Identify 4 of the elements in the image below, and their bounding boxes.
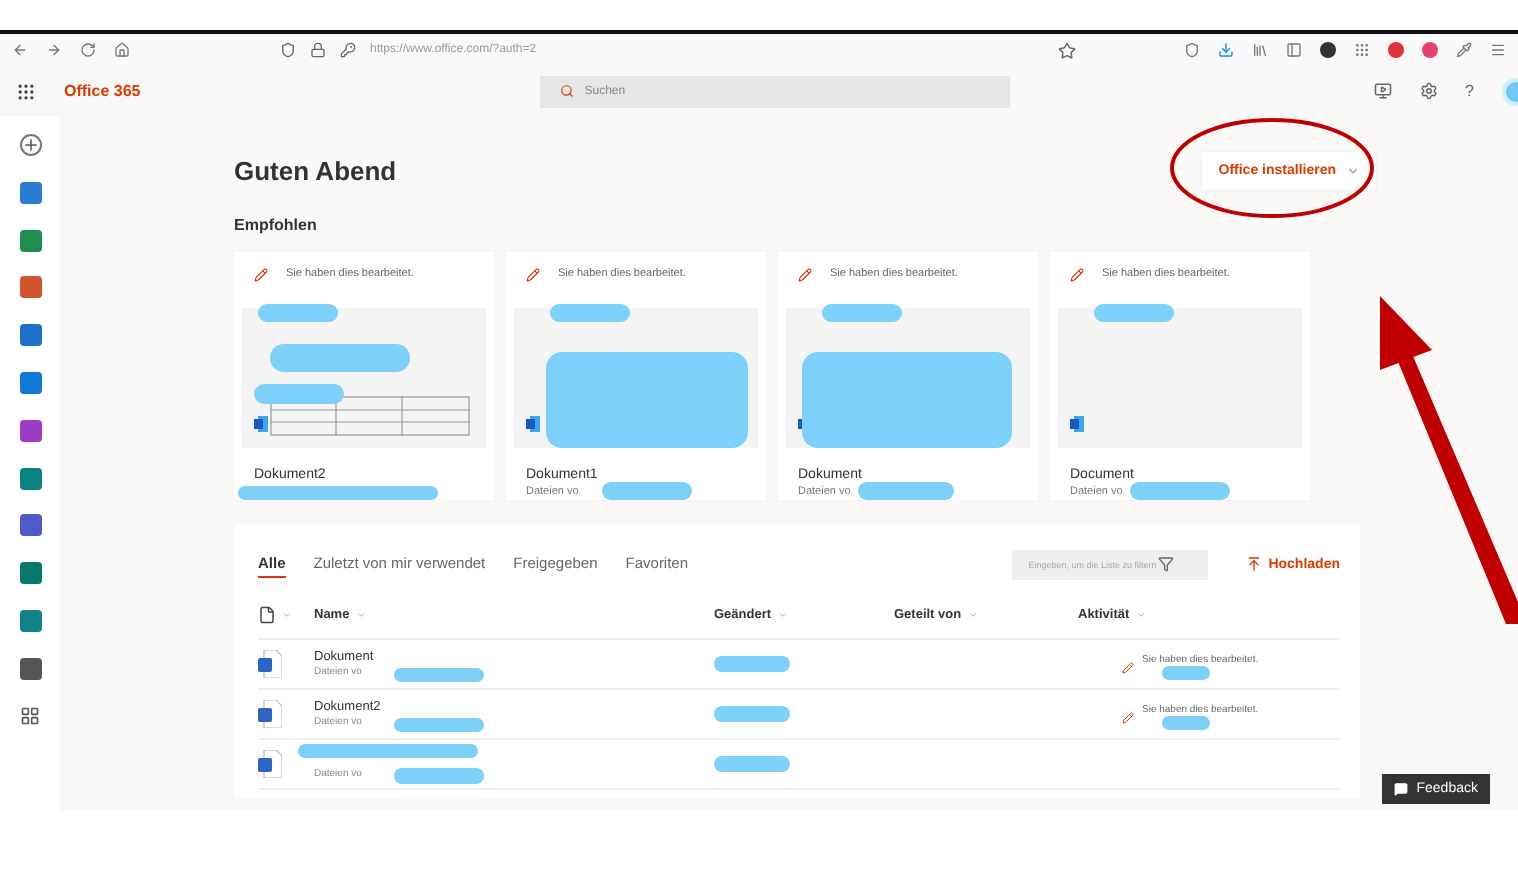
help-button[interactable]: ? (1465, 82, 1474, 100)
app-name[interactable]: Office 365 (64, 82, 141, 100)
section-title: Empfohlen (234, 216, 319, 234)
greeting: Guten Abend (234, 155, 397, 185)
